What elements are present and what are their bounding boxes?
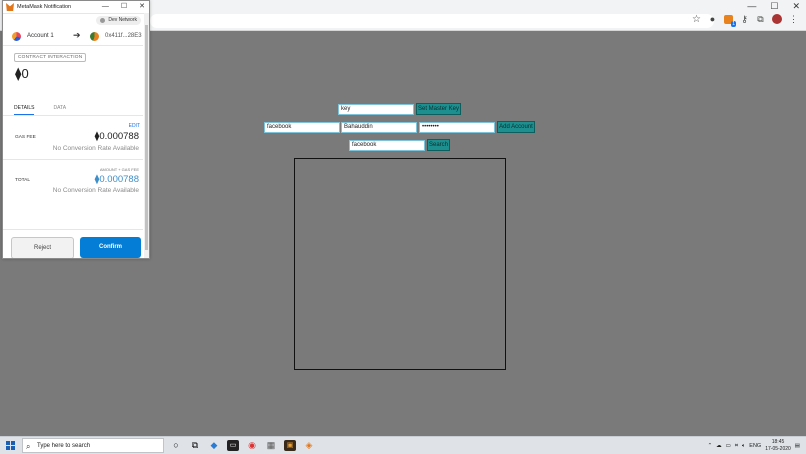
total-label: TOTAL <box>15 178 31 183</box>
contract-interaction-badge: CONTRACT INTERACTION <box>14 53 87 62</box>
amount-value: 0 <box>21 66 29 81</box>
gas-fee-label: GAS FEE <box>15 135 36 140</box>
recipient-identicon <box>90 32 99 41</box>
transaction-amount: ⧫0 <box>15 66 29 82</box>
reject-button[interactable]: Reject <box>11 237 74 258</box>
total-conversion: No Conversion Rate Available <box>52 187 139 194</box>
gas-fee-conversion: No Conversion Rate Available <box>52 145 139 152</box>
arrow-right-icon: ➔ <box>73 30 81 40</box>
results-box <box>294 158 506 370</box>
network-icon[interactable]: ⌗ <box>735 443 738 450</box>
windows-start-icon[interactable] <box>6 441 15 450</box>
account-row: Account 1 ➔ 0x411f...28E3 <box>3 28 143 46</box>
star-icon[interactable]: ☆ <box>692 14 701 24</box>
amount-gas-label: AMOUNT + GAS FEE <box>99 167 139 172</box>
app-icon[interactable]: ▣ <box>284 440 296 451</box>
browser-toolbar-icons: ☆ ● 1 ⚷ ⧉ ⋮ <box>692 14 798 27</box>
close-button[interactable]: ✕ <box>792 1 800 12</box>
vscode-icon[interactable]: ◆ <box>208 440 220 451</box>
account-identicon <box>12 32 21 41</box>
metamask-maximize-button[interactable]: ☐ <box>121 1 127 13</box>
edit-link[interactable]: EDIT <box>129 123 140 129</box>
metamask-extension-icon[interactable]: 1 <box>724 14 736 27</box>
extension-dark-icon[interactable]: ● <box>708 14 717 24</box>
tab-details[interactable]: DETAILS <box>14 105 35 115</box>
language-indicator[interactable]: ENG <box>749 443 761 449</box>
folder-app-icon[interactable]: ▦ <box>265 440 277 451</box>
recipient-address: 0x411f...28E3 <box>105 33 142 39</box>
site-input[interactable]: facebook <box>264 122 340 133</box>
scrollbar-thumb[interactable] <box>145 25 148 250</box>
maximize-button[interactable]: ☐ <box>770 1 778 12</box>
search-input[interactable]: facebook <box>349 140 425 151</box>
search-button[interactable]: Search <box>427 139 450 151</box>
notifications-icon[interactable]: ▤ <box>795 443 800 449</box>
tab-data[interactable]: DATA <box>53 105 66 115</box>
master-key-input[interactable]: key <box>338 104 414 115</box>
gas-fee-value: ⧫0.000788 <box>94 131 139 142</box>
metamask-popup: MetaMask Notification — ☐ ✕ Dev Network … <box>2 0 150 259</box>
scrollbar[interactable] <box>144 13 149 258</box>
address-bar[interactable] <box>150 14 714 28</box>
key-icon[interactable]: ⚷ <box>740 14 749 24</box>
minimize-button[interactable]: — <box>747 1 756 12</box>
clock[interactable]: 18:45 17-05-2020 <box>765 439 791 453</box>
clock-time: 18:45 <box>771 439 785 445</box>
divider <box>3 115 143 116</box>
search-icon: ⌕ <box>26 442 31 451</box>
onedrive-icon[interactable]: ☁ <box>716 443 722 449</box>
details-tabs: DETAILS DATA <box>14 105 66 115</box>
volume-icon[interactable]: 🔈︎ <box>742 443 745 450</box>
metamask-window-controls: — ☐ ✕ <box>102 1 145 13</box>
puzzle-icon[interactable]: ⧉ <box>756 14 765 24</box>
network-selector[interactable]: Dev Network <box>96 16 141 25</box>
taskbar-search-placeholder: Type here to search <box>37 443 91 449</box>
chrome-icon[interactable]: ◉ <box>246 440 258 451</box>
window-controls: — ☐ ✕ <box>747 1 800 12</box>
profile-avatar[interactable] <box>772 14 782 24</box>
cortana-icon[interactable]: ○ <box>170 440 182 451</box>
battery-icon[interactable]: ▭ <box>726 443 731 449</box>
password-input[interactable]: •••••••• <box>419 122 495 133</box>
metamask-close-button[interactable]: ✕ <box>139 1 145 13</box>
system-tray: ⌃ ☁ ▭ ⌗ 🔈︎ ENG 18:45 17-05-2020 ▤ <box>708 439 800 453</box>
clock-date: 17-05-2020 <box>765 446 791 452</box>
taskbar-apps: ○ ⧉ ◆ ▭ ◉ ▦ ▣ ◈ <box>170 440 315 451</box>
chevron-up-icon[interactable]: ⌃ <box>708 443 713 449</box>
taskbar: ⌕ Type here to search ○ ⧉ ◆ ▭ ◉ ▦ ▣ ◈ ⌃ … <box>0 436 806 454</box>
terminal-icon[interactable]: ▭ <box>227 440 239 451</box>
set-master-key-button[interactable]: Set Master Key <box>416 103 461 115</box>
metamask-window-title: MetaMask Notification <box>17 4 72 10</box>
metamask-fox-icon <box>6 3 14 11</box>
total-value: ⧫0.000788 <box>94 174 139 185</box>
taskbar-search-box[interactable]: ⌕ Type here to search <box>22 438 164 453</box>
confirm-button[interactable]: Confirm <box>80 237 141 258</box>
account-name: Account 1 <box>27 33 54 39</box>
task-view-icon[interactable]: ⧉ <box>189 440 201 451</box>
divider <box>3 159 143 160</box>
more-menu-icon[interactable]: ⋮ <box>789 14 798 24</box>
add-account-button[interactable]: Add Account <box>497 121 535 133</box>
username-input[interactable]: Bahauddin <box>341 122 417 133</box>
metamask-taskbar-icon[interactable]: ◈ <box>303 440 315 451</box>
metamask-minimize-button[interactable]: — <box>102 1 109 13</box>
divider <box>3 229 143 230</box>
metamask-titlebar: MetaMask Notification — ☐ ✕ <box>3 1 149 14</box>
